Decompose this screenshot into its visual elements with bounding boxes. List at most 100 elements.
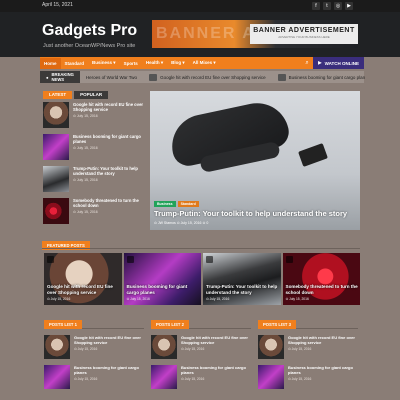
bolt-icon: ● bbox=[46, 74, 49, 80]
post-date: ⊙ July 15, 2016 bbox=[73, 114, 98, 118]
hero-meta: ⊙ JW Stamos ⊙ July 15, 2016 ⊙ 0 bbox=[154, 221, 209, 225]
list-item[interactable]: Google hit with record EU fine over Shop… bbox=[43, 102, 147, 128]
post-thumbnail[interactable] bbox=[44, 365, 70, 389]
posts-list-3: POSTS LIST 3 Google hit with record EU f… bbox=[258, 313, 358, 395]
post-date: ⊙ July 15, 2016 bbox=[288, 347, 312, 351]
posts-list-divider bbox=[288, 328, 358, 329]
featured-card[interactable]: Business booming for giant cargo planes … bbox=[123, 253, 202, 305]
watch-online-label: WATCH ONLINE bbox=[324, 60, 359, 66]
list-item[interactable]: Business booming for giant cargo planes ⊙… bbox=[43, 134, 147, 160]
post-title[interactable]: Business booming for giant cargo planes bbox=[74, 365, 144, 375]
banner-box: BANNER ADVERTISEMENT ADVERTISE YOUR BUSI… bbox=[250, 24, 358, 44]
site-logo[interactable]: Gadgets Pro bbox=[42, 22, 137, 40]
play-icon: ▶ bbox=[318, 60, 322, 65]
list-item[interactable]: Google hit with record EU fine over Shop… bbox=[44, 335, 144, 359]
watch-online-button[interactable]: ▶ WATCH ONLINE bbox=[313, 57, 364, 69]
post-list-columns: POSTS LIST 1 Google hit with record EU f… bbox=[44, 313, 360, 395]
nav-item-home[interactable]: Home bbox=[40, 57, 61, 69]
featured-card[interactable]: Trump-Putin: Your toolkit to help unders… bbox=[203, 253, 281, 305]
post-date: ⊙ July 15, 2016 bbox=[74, 377, 98, 381]
list-item[interactable]: Google hit with record EU fine over Shop… bbox=[258, 335, 358, 359]
ticker-item[interactable]: Google hit with record EU fine over Shop… bbox=[143, 73, 272, 81]
tag-business[interactable]: Business bbox=[154, 201, 176, 207]
nav-item-blog[interactable]: Blog ▾ bbox=[167, 60, 189, 66]
tab-latest[interactable]: LATEST bbox=[43, 91, 73, 99]
hero-post[interactable]: Business Standard Trump-Putin: Your tool… bbox=[150, 91, 360, 230]
post-date: ⊙ July 15, 2016 bbox=[73, 146, 98, 150]
post-thumbnail[interactable] bbox=[43, 134, 69, 160]
featured-divider bbox=[42, 248, 360, 249]
post-title[interactable]: Google hit with record EU fine over Shop… bbox=[288, 335, 358, 345]
featured-date: ⊙ July 15, 2016 bbox=[126, 297, 150, 301]
list-item[interactable]: Google hit with record EU fine over Shop… bbox=[151, 335, 251, 359]
post-date: ⊙ July 15, 2016 bbox=[73, 210, 98, 214]
ticker-thumb bbox=[277, 73, 286, 81]
breaking-news-ticker: ● BREAKING NEWS Heroes of World War Two … bbox=[40, 71, 365, 83]
post-title[interactable]: Trump-Putin: Your toolkit to help unders… bbox=[73, 166, 147, 176]
top-bar: April 15, 2021 f t ◎ ▶ bbox=[0, 0, 400, 12]
featured-posts-row: Google hit with record EU fine over Shop… bbox=[44, 253, 360, 305]
posts-list-heading: POSTS LIST 1 bbox=[44, 320, 82, 329]
post-thumbnail[interactable] bbox=[43, 102, 69, 128]
list-item[interactable]: Business booming for giant cargo planes ⊙… bbox=[258, 365, 358, 389]
posts-list-2: POSTS LIST 2 Google hit with record EU f… bbox=[151, 313, 251, 395]
list-item[interactable]: Business booming for giant cargo planes ⊙… bbox=[44, 365, 144, 389]
list-item[interactable]: Business booming for giant cargo planes ⊙… bbox=[151, 365, 251, 389]
instagram-icon[interactable]: ◎ bbox=[334, 2, 342, 10]
posts-list-divider bbox=[181, 328, 251, 329]
breaking-news-label: ● BREAKING NEWS bbox=[40, 71, 80, 83]
ticker-item[interactable]: Business booming for giant cargo plan bbox=[272, 73, 372, 81]
ticker-thumb bbox=[149, 73, 158, 81]
nav-item-all-mixes[interactable]: All Mixes ▾ bbox=[189, 60, 220, 66]
post-title[interactable]: Business booming for giant cargo planes bbox=[73, 134, 147, 144]
post-title[interactable]: Google hit with record EU fine over Shop… bbox=[73, 102, 147, 112]
post-date: ⊙ July 15, 2016 bbox=[73, 178, 98, 182]
post-date: ⊙ July 15, 2016 bbox=[74, 347, 98, 351]
post-title[interactable]: Google hit with record EU fine over Shop… bbox=[181, 335, 251, 345]
main-navigation: Home Standard Business ▾ Sports Health ▾… bbox=[40, 57, 364, 69]
post-thumbnail[interactable] bbox=[258, 335, 284, 359]
nav-item-business[interactable]: Business ▾ bbox=[88, 60, 120, 66]
camera-icon bbox=[285, 256, 293, 263]
tag-standard[interactable]: Standard bbox=[177, 201, 199, 207]
featured-title[interactable]: Trump-Putin: Your toolkit to help unders… bbox=[206, 284, 281, 295]
ticker-item[interactable]: Heroes of World War Two bbox=[80, 75, 143, 80]
ticker-item-text: Heroes of World War Two bbox=[85, 74, 138, 80]
twitter-icon[interactable]: t bbox=[323, 2, 331, 10]
youtube-icon[interactable]: ▶ bbox=[345, 2, 353, 10]
camera-icon bbox=[206, 256, 213, 263]
hero-title[interactable]: Trump-Putin: Your toolkit to help unders… bbox=[154, 209, 347, 218]
post-title[interactable]: Google hit with record EU fine over Shop… bbox=[74, 335, 144, 345]
post-thumbnail[interactable] bbox=[258, 365, 284, 389]
nav-item-sports[interactable]: Sports bbox=[120, 61, 142, 66]
post-title[interactable]: Somebody threatened to turn the school d… bbox=[73, 198, 147, 208]
banner-title: BANNER ADVERTISEMENT bbox=[253, 27, 355, 34]
post-title[interactable]: Business booming for giant cargo planes bbox=[288, 365, 358, 375]
post-thumbnail[interactable] bbox=[151, 365, 177, 389]
tab-popular[interactable]: POPULAR bbox=[74, 91, 109, 99]
search-icon[interactable]: ⌕ bbox=[301, 60, 313, 67]
list-item[interactable]: Somebody threatened to turn the school d… bbox=[43, 198, 147, 224]
facebook-icon[interactable]: f bbox=[312, 2, 320, 10]
nav-item-standard[interactable]: Standard bbox=[61, 61, 89, 66]
post-thumbnail[interactable] bbox=[43, 198, 69, 224]
post-title[interactable]: Business booming for giant cargo planes bbox=[181, 365, 251, 375]
banner-subtitle: ADVERTISE YOUR BUSINESS HERE bbox=[278, 35, 330, 39]
featured-title[interactable]: Google hit with record EU fine over Shop… bbox=[47, 284, 122, 295]
social-links: f t ◎ ▶ bbox=[312, 2, 353, 10]
post-thumbnail[interactable] bbox=[44, 335, 70, 359]
featured-card[interactable]: Somebody threatened to turn the school d… bbox=[282, 253, 361, 305]
banner-advertisement[interactable]: BANNER ADV BANNER ADVERTISEMENT ADVERTIS… bbox=[152, 20, 358, 48]
ticker-item-text: Google hit with record EU fine over Shop… bbox=[160, 74, 266, 80]
featured-title[interactable]: Business booming for giant cargo planes bbox=[127, 284, 202, 295]
list-item[interactable]: Trump-Putin: Your toolkit to help unders… bbox=[43, 166, 147, 192]
posts-list-heading: POSTS LIST 2 bbox=[151, 320, 189, 329]
latest-posts-list: Google hit with record EU fine over Shop… bbox=[43, 102, 147, 230]
featured-title[interactable]: Somebody threatened to turn the school d… bbox=[286, 284, 361, 295]
post-date: ⊙ July 15, 2016 bbox=[288, 377, 312, 381]
post-thumbnail[interactable] bbox=[151, 335, 177, 359]
posts-list-1: POSTS LIST 1 Google hit with record EU f… bbox=[44, 313, 144, 395]
featured-card[interactable]: Google hit with record EU fine over Shop… bbox=[44, 253, 122, 305]
post-thumbnail[interactable] bbox=[43, 166, 69, 192]
nav-item-health[interactable]: Health ▾ bbox=[142, 60, 167, 66]
